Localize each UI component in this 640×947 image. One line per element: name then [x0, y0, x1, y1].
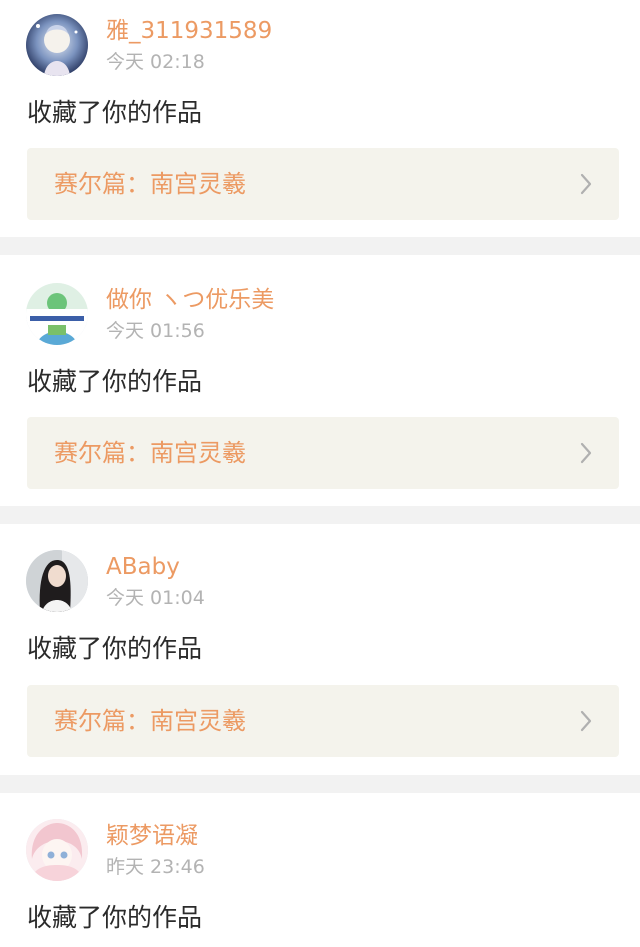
work-title: 赛尔篇：南宫灵羲 — [54, 707, 246, 735]
user-avatar[interactable] — [26, 283, 88, 345]
work-link[interactable]: 赛尔篇：南宫灵羲 — [27, 685, 619, 757]
notification-card: 雅_311931589 今天 02:18 收藏了你的作品 赛尔篇：南宫灵羲 — [0, 0, 640, 237]
timestamp: 昨天 23:46 — [106, 856, 205, 878]
notification-card: 颖梦语凝 昨天 23:46 收藏了你的作品 — [0, 793, 640, 947]
portrait-photo-avatar-icon — [26, 550, 88, 612]
notification-card: 做你 ヽつ优乐美 今天 01:56 收藏了你的作品 赛尔篇：南宫灵羲 — [0, 255, 640, 492]
username[interactable]: ABaby — [106, 552, 180, 582]
timestamp: 今天 02:18 — [106, 51, 205, 73]
card-separator — [0, 775, 640, 793]
work-link[interactable]: 赛尔篇：南宫灵羲 — [27, 417, 619, 489]
action-text: 收藏了你的作品 — [27, 903, 203, 932]
timestamp: 今天 01:56 — [106, 320, 205, 342]
notification-feed: 雅_311931589 今天 02:18 收藏了你的作品 赛尔篇：南宫灵羲 做你… — [0, 0, 640, 947]
work-link[interactable]: 赛尔篇：南宫灵羲 — [27, 148, 619, 220]
work-title: 赛尔篇：南宫灵羲 — [54, 170, 246, 198]
card-separator — [0, 506, 640, 524]
username[interactable]: 颖梦语凝 — [106, 821, 198, 851]
notification-card: ABaby 今天 01:04 收藏了你的作品 赛尔篇：南宫灵羲 — [0, 524, 640, 761]
landscape-badge-avatar-icon — [26, 283, 88, 345]
anime-girl-moon-avatar-icon — [26, 14, 88, 76]
username[interactable]: 做你 ヽつ优乐美 — [106, 285, 274, 315]
user-avatar[interactable] — [26, 550, 88, 612]
work-title: 赛尔篇：南宫灵羲 — [54, 439, 246, 467]
timestamp: 今天 01:04 — [106, 587, 205, 609]
card-separator — [0, 237, 640, 255]
chevron-right-icon — [580, 442, 592, 464]
action-text: 收藏了你的作品 — [27, 98, 203, 127]
anime-girl-pink-avatar-icon — [26, 819, 88, 881]
chevron-right-icon — [580, 710, 592, 732]
username[interactable]: 雅_311931589 — [106, 16, 272, 46]
user-avatar[interactable] — [26, 14, 88, 76]
user-avatar[interactable] — [26, 819, 88, 881]
action-text: 收藏了你的作品 — [27, 367, 203, 396]
chevron-right-icon — [580, 173, 592, 195]
action-text: 收藏了你的作品 — [27, 634, 203, 663]
